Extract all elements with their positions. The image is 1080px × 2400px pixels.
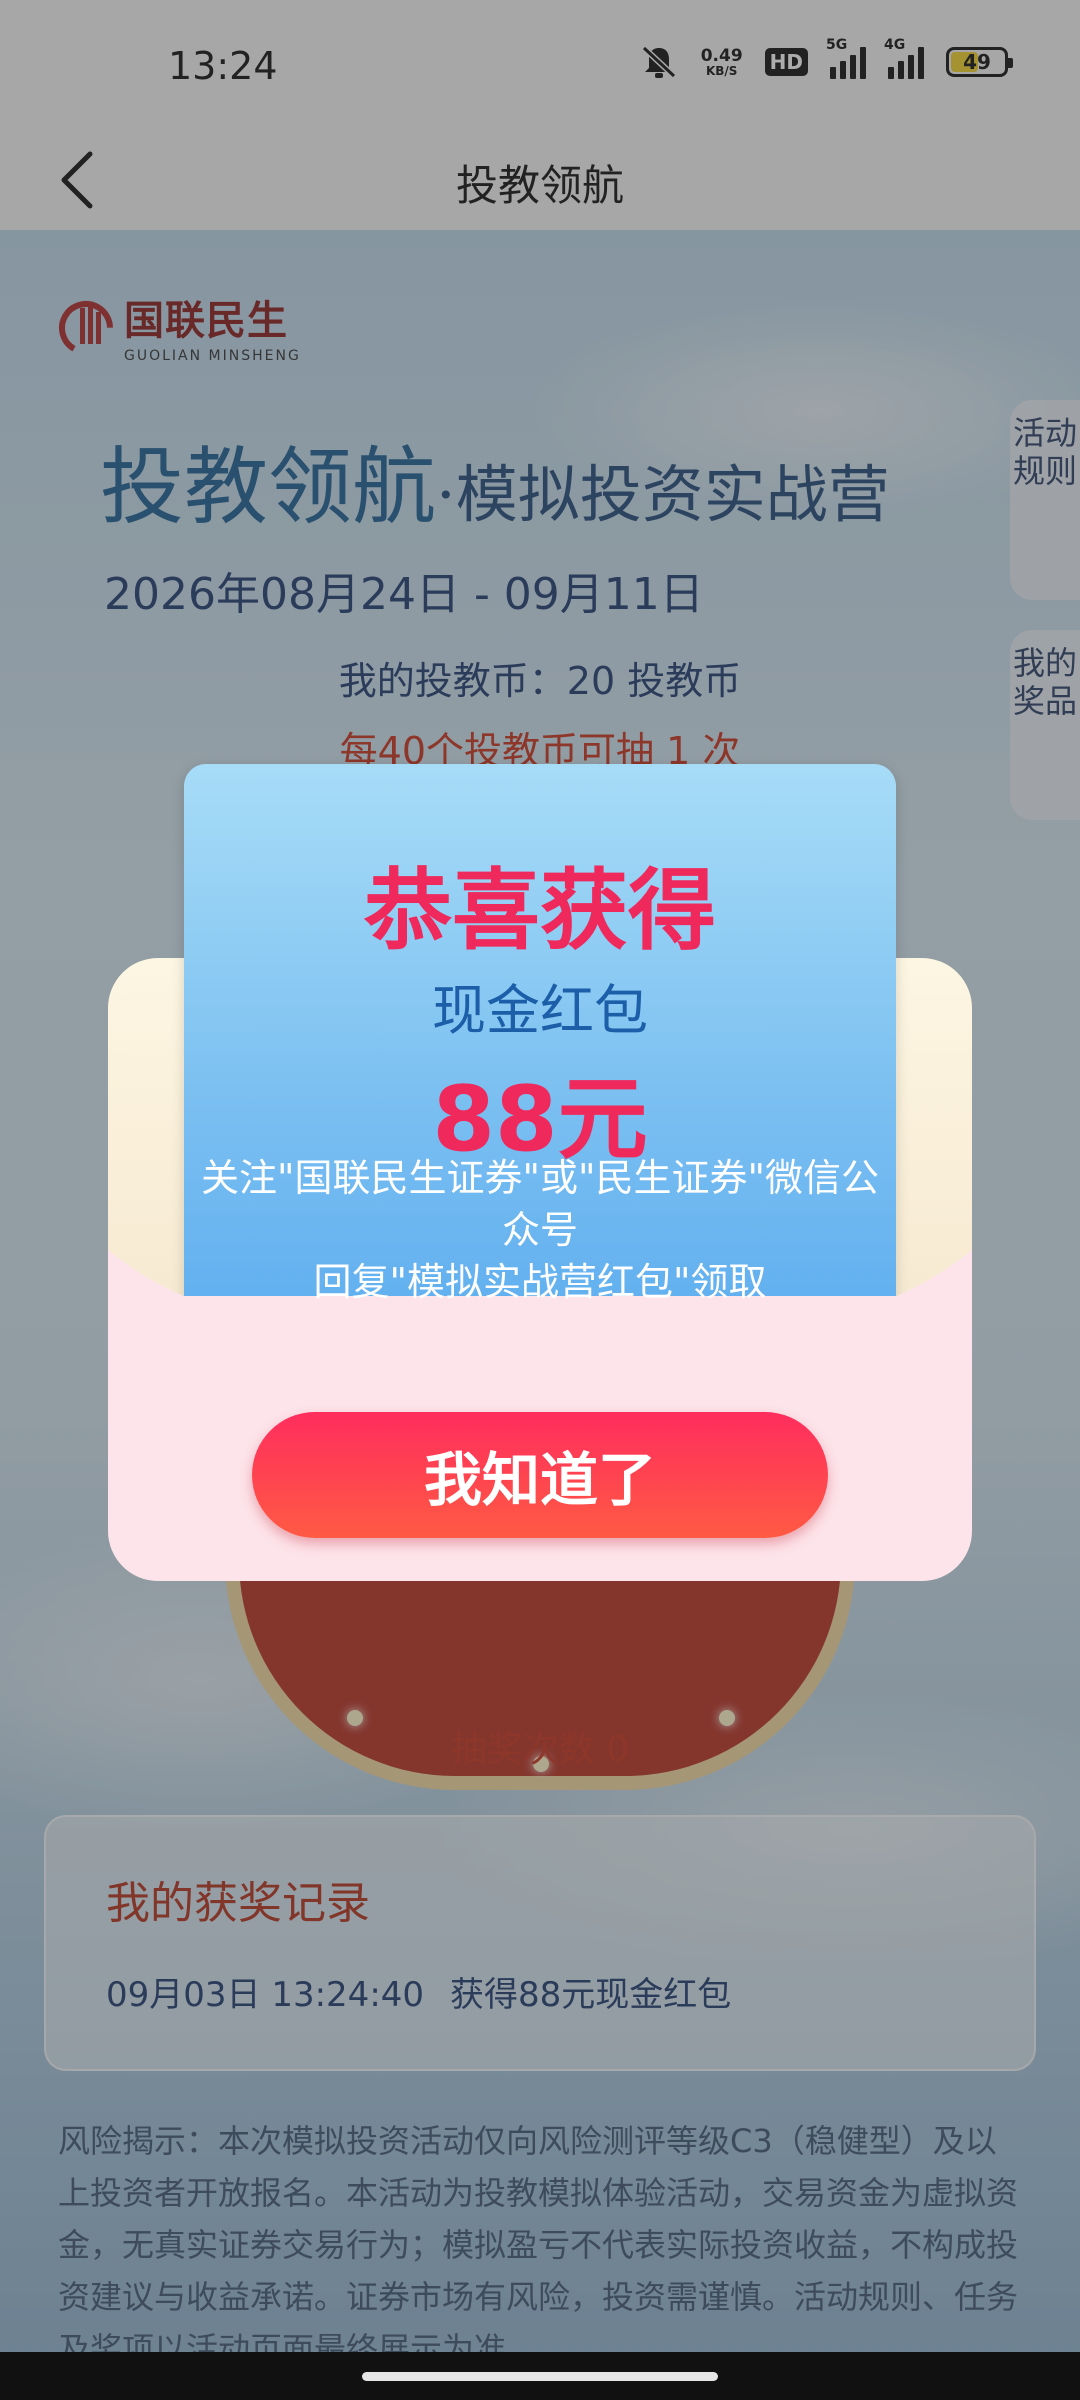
- home-indicator[interactable]: [362, 2372, 718, 2381]
- claim-instructions: 关注"国联民生证券"或"民生证券"微信公众号 回复"模拟实战营红包"领取: [200, 1152, 880, 1308]
- got-it-button[interactable]: 我知道了: [252, 1412, 828, 1538]
- instruction-line-2: 回复"模拟实战营红包"领取: [313, 1260, 767, 1304]
- congrats-title: 恭喜获得: [363, 859, 716, 962]
- instruction-line-1: 关注"国联民生证券"或"民生证券"微信公众号: [201, 1156, 879, 1252]
- navigation-bar: [0, 2352, 1080, 2400]
- prize-name: 现金红包: [432, 979, 648, 1042]
